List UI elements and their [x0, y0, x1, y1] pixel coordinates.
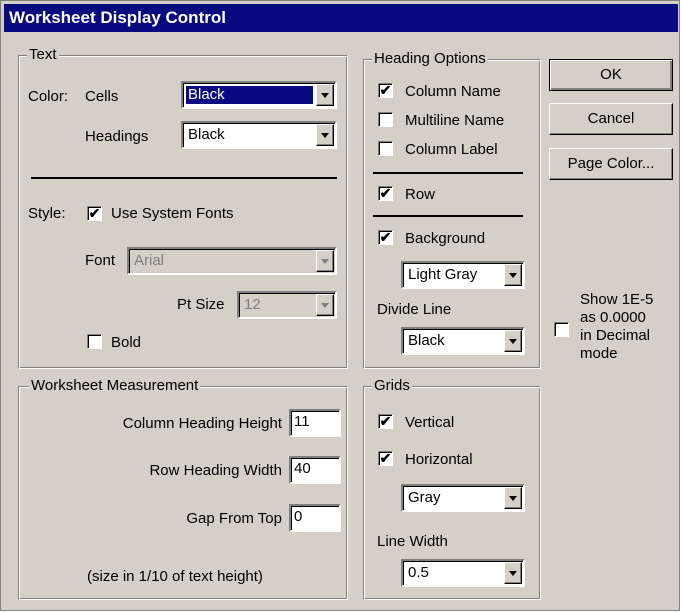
headings-color-select[interactable]: Black — [181, 121, 337, 149]
background-label: Background — [405, 230, 486, 247]
chevron-down-icon[interactable] — [504, 562, 522, 584]
background-color-select[interactable]: Light Gray — [401, 261, 525, 289]
chevron-down-icon[interactable] — [316, 294, 334, 316]
horizontal-label: Horizontal — [405, 451, 473, 468]
row-heading-width-input[interactable]: 40 — [289, 456, 341, 484]
chevron-down-icon[interactable] — [316, 124, 334, 146]
cells-color-select[interactable]: Black — [181, 81, 337, 109]
font-select[interactable]: Arial — [127, 247, 337, 275]
font-value: Arial — [134, 252, 165, 269]
dialog-window: Worksheet Display Control Text Color: Ce… — [0, 0, 680, 611]
bold-checkbox[interactable] — [87, 334, 102, 349]
chevron-down-icon[interactable] — [504, 264, 522, 286]
headings-color-value: Black — [188, 126, 225, 143]
line-width-select[interactable]: 0.5 — [401, 559, 525, 587]
show-decimal-checkbox[interactable] — [554, 322, 569, 337]
text-group-legend: Text — [27, 46, 59, 64]
background-color-value: Light Gray — [408, 266, 478, 283]
heading-options-legend: Heading Options — [372, 50, 488, 68]
divide-line-label: Divide Line — [377, 301, 452, 318]
horizontal-checkbox[interactable]: ✔ — [378, 451, 393, 466]
column-heading-height-label: Column Heading Height — [122, 415, 282, 432]
grid-color-select[interactable]: Gray — [401, 484, 525, 512]
heading-separator-1 — [373, 172, 523, 174]
page-color-button[interactable]: Page Color... — [549, 148, 673, 180]
heading-separator-2 — [373, 215, 523, 217]
divide-line-value: Black — [408, 332, 445, 349]
gap-from-top-label: Gap From Top — [186, 510, 282, 527]
column-heading-height-input[interactable]: 11 — [289, 409, 341, 437]
show-decimal-line-4: mode — [580, 345, 618, 362]
cells-color-value: Black — [186, 86, 313, 104]
show-decimal-line-2: as 0.0000 — [580, 309, 646, 326]
measurement-legend: Worksheet Measurement — [29, 377, 201, 395]
bold-label: Bold — [111, 334, 142, 351]
multiline-name-checkbox[interactable] — [378, 112, 393, 127]
measurement-note: (size in 1/10 of text height) — [87, 568, 263, 585]
headings-label: Headings — [85, 128, 149, 145]
column-label-label: Column Label — [405, 141, 498, 158]
column-label-checkbox[interactable] — [378, 141, 393, 156]
pt-size-value: 12 — [244, 296, 261, 313]
color-label: Color: — [28, 88, 69, 105]
chevron-down-icon[interactable] — [504, 487, 522, 509]
column-name-label: Column Name — [405, 83, 501, 100]
vertical-checkbox[interactable]: ✔ — [378, 414, 393, 429]
column-name-checkbox[interactable]: ✔ — [378, 83, 393, 98]
chevron-down-icon[interactable] — [316, 84, 334, 106]
title-bar: Worksheet Display Control — [4, 4, 678, 32]
show-decimal-line-1: Show 1E-5 — [580, 291, 654, 308]
line-width-label: Line Width — [377, 533, 448, 550]
use-system-fonts-label: Use System Fonts — [111, 205, 234, 222]
multiline-name-label: Multiline Name — [405, 112, 505, 129]
row-heading-width-label: Row Heading Width — [149, 462, 282, 479]
style-label: Style: — [28, 205, 66, 222]
use-system-fonts-checkbox[interactable]: ✔ — [87, 206, 102, 221]
line-width-value: 0.5 — [408, 564, 429, 581]
row-label: Row — [405, 186, 436, 203]
background-checkbox[interactable]: ✔ — [378, 230, 393, 245]
show-decimal-line-3: in Decimal — [580, 327, 651, 344]
chevron-down-icon[interactable] — [504, 330, 522, 352]
grid-color-value: Gray — [408, 489, 441, 506]
divide-line-select[interactable]: Black — [401, 327, 525, 355]
cancel-button[interactable]: Cancel — [549, 103, 673, 135]
gap-from-top-input[interactable]: 0 — [289, 504, 341, 532]
pt-size-select[interactable]: 12 — [237, 291, 337, 319]
chevron-down-icon[interactable] — [316, 250, 334, 272]
text-separator — [31, 177, 337, 179]
grids-legend: Grids — [372, 377, 412, 395]
heading-options-group: Heading Options — [363, 50, 541, 369]
ok-button[interactable]: OK — [549, 59, 673, 91]
row-checkbox[interactable]: ✔ — [378, 186, 393, 201]
cells-label: Cells — [85, 88, 119, 105]
font-label: Font — [85, 252, 116, 269]
vertical-label: Vertical — [405, 414, 455, 431]
pt-size-label: Pt Size — [177, 296, 225, 313]
